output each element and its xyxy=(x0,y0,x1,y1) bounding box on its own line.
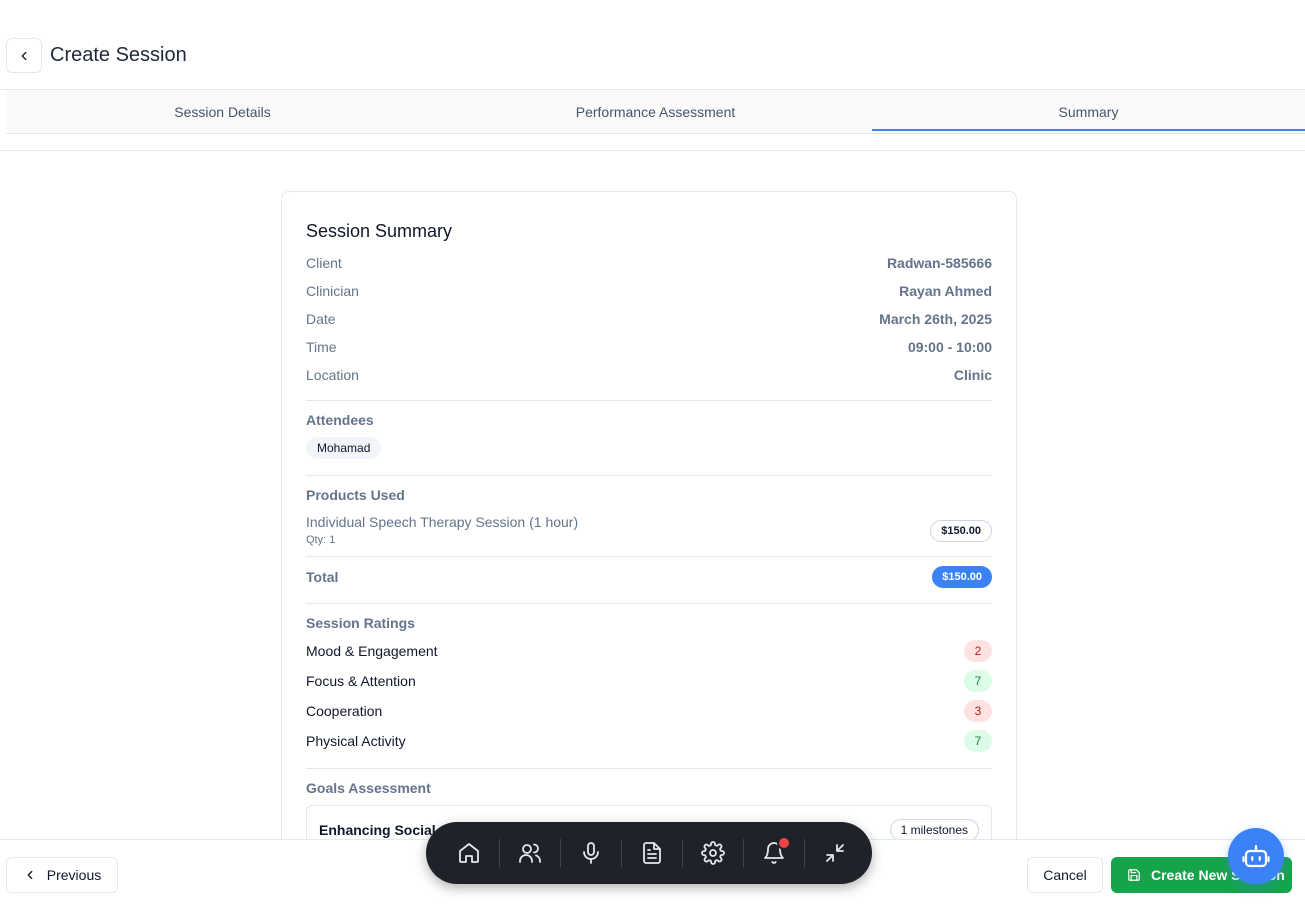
tab-performance-assessment[interactable]: Performance Assessment xyxy=(439,90,872,133)
back-button[interactable] xyxy=(6,38,42,73)
divider xyxy=(306,768,992,769)
summary-row-client: Client Radwan-585666 xyxy=(306,255,992,271)
tab-summary[interactable]: Summary xyxy=(872,90,1305,133)
tabs-divider xyxy=(0,150,1305,151)
field-value: Rayan Ahmed xyxy=(899,283,992,299)
total-label: Total xyxy=(306,569,339,585)
products-title: Products Used xyxy=(306,487,405,503)
summary-row-location: Location Clinic xyxy=(306,367,992,383)
gear-icon xyxy=(701,841,725,865)
dock-minimize-button[interactable] xyxy=(805,822,865,884)
summary-title: Session Summary xyxy=(306,221,453,241)
field-label: Time xyxy=(306,339,337,355)
milestones-badge: 1 milestones xyxy=(889,819,979,841)
cancel-button[interactable]: Cancel xyxy=(1027,857,1103,893)
home-icon xyxy=(459,843,479,863)
ratings-title: Session Ratings xyxy=(306,615,415,631)
product-name: Individual Speech Therapy Session (1 hou… xyxy=(306,514,579,530)
divider xyxy=(306,556,992,557)
minimize-icon xyxy=(826,844,844,862)
field-value: March 26th, 2025 xyxy=(879,311,992,327)
rating-label: Cooperation xyxy=(306,703,383,719)
bot-icon xyxy=(1242,844,1270,868)
floating-dock xyxy=(426,822,872,884)
total-price-badge: $150.00 xyxy=(932,566,992,588)
divider xyxy=(306,400,992,401)
field-value: 09:00 - 10:00 xyxy=(907,339,992,355)
step-tabs: Session Details Performance Assessment S… xyxy=(6,90,1305,134)
rating-label: Physical Activity xyxy=(306,733,406,749)
field-label: Date xyxy=(306,311,336,327)
field-label: Client xyxy=(306,255,342,271)
goals-title: Goals Assessment xyxy=(306,780,431,796)
divider xyxy=(306,603,992,604)
dock-document-button[interactable] xyxy=(622,822,682,884)
tab-session-details[interactable]: Session Details xyxy=(6,90,439,133)
document-icon xyxy=(643,842,661,864)
attendee-chip: Mohamad xyxy=(306,437,382,459)
dock-microphone-button[interactable] xyxy=(561,822,621,884)
rating-badge: 2 xyxy=(964,640,992,662)
field-label: Clinician xyxy=(306,283,359,299)
attendees-title: Attendees xyxy=(306,412,374,428)
assistant-bot-button[interactable] xyxy=(1228,828,1284,884)
rating-row: Focus & Attention 7 xyxy=(306,670,992,692)
chevron-left-icon xyxy=(27,870,33,880)
rating-label: Focus & Attention xyxy=(306,673,416,689)
page-header: Create Session xyxy=(0,0,1305,90)
users-icon xyxy=(519,843,541,863)
field-value: Radwan-585666 xyxy=(886,255,992,271)
chevron-left-icon xyxy=(21,51,27,60)
dock-users-button[interactable] xyxy=(500,822,560,884)
session-summary-card: Session Summary Client Radwan-585666 Cli… xyxy=(281,191,1017,891)
divider xyxy=(306,475,992,476)
summary-row-date: Date March 26th, 2025 xyxy=(306,311,992,327)
field-value: Clinic xyxy=(953,367,992,383)
page-title: Create Session xyxy=(50,44,187,66)
field-label: Location xyxy=(306,367,359,383)
product-price-badge: $150.00 xyxy=(930,520,992,542)
product-qty: Qty: 1 xyxy=(306,534,336,546)
rating-row: Mood & Engagement 2 xyxy=(306,640,992,662)
dock-settings-button[interactable] xyxy=(683,822,743,884)
rating-row: Physical Activity 7 xyxy=(306,730,992,752)
previous-label: Previous xyxy=(46,867,102,883)
rating-badge: 7 xyxy=(964,670,992,692)
rating-label: Mood & Engagement xyxy=(306,643,438,659)
microphone-icon xyxy=(583,842,599,864)
dock-notifications-button[interactable] xyxy=(744,822,804,884)
notification-dot xyxy=(777,836,791,850)
previous-button[interactable]: Previous xyxy=(6,857,118,893)
summary-row-clinician: Clinician Rayan Ahmed xyxy=(306,283,992,299)
rating-row: Cooperation 3 xyxy=(306,700,992,722)
rating-badge: 3 xyxy=(964,700,992,722)
dock-home-button[interactable] xyxy=(439,822,499,884)
summary-row-time: Time 09:00 - 10:00 xyxy=(306,339,992,355)
save-icon xyxy=(1128,869,1140,881)
rating-badge: 7 xyxy=(964,730,992,752)
